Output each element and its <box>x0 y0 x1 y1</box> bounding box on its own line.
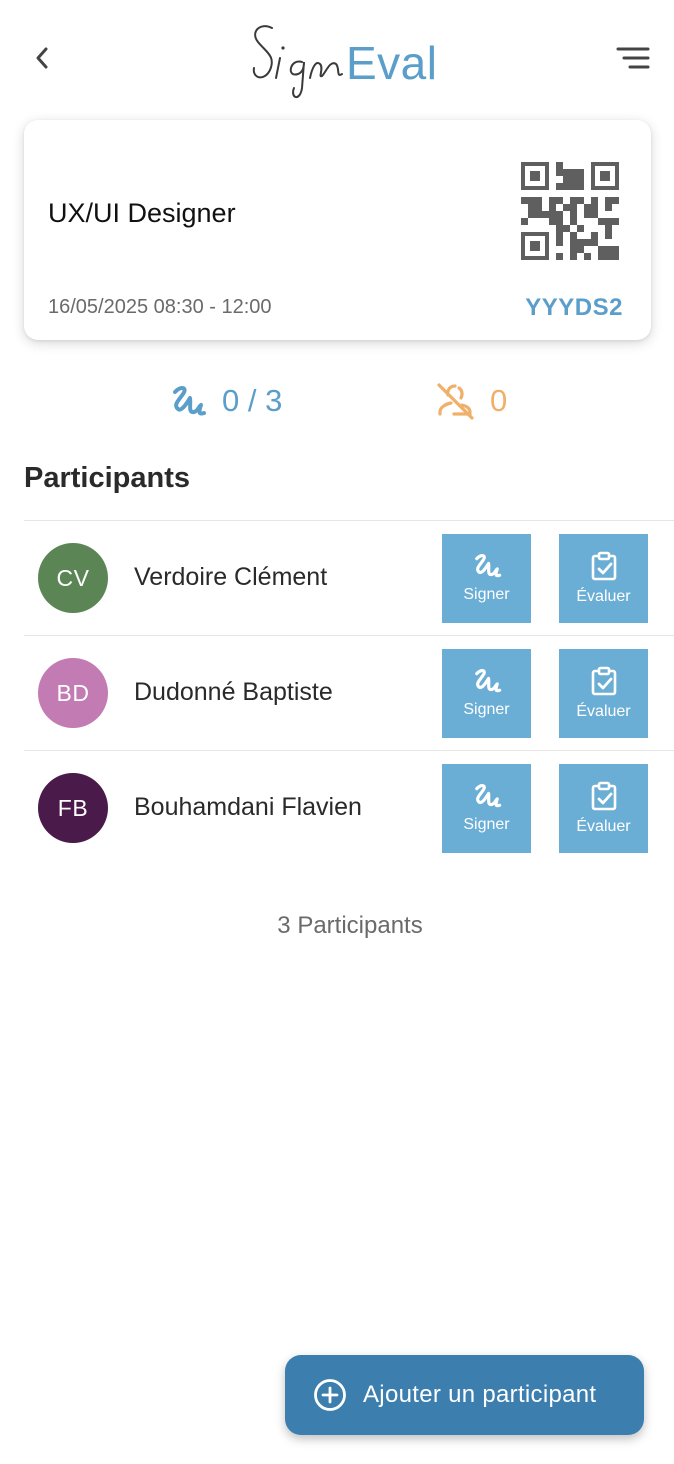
avatar: CV <box>38 543 108 613</box>
participant-name: Verdoire Clément <box>134 563 328 591</box>
signature-icon <box>173 386 206 416</box>
absence-stat: 0 <box>434 378 507 424</box>
sign-label: Signer <box>463 816 510 833</box>
session-code: YYYDS2 <box>525 294 623 321</box>
signature-icon <box>474 554 501 578</box>
participants-heading: Participants <box>24 462 190 494</box>
signature-count: 0 / 3 <box>222 383 283 418</box>
signeval-logo: Eval <box>246 18 438 102</box>
sign-label: Signer <box>463 586 510 603</box>
evaluate-button[interactable]: Évaluer <box>559 534 648 623</box>
qr-code-icon <box>521 162 619 260</box>
sign-button[interactable]: Signer <box>442 649 531 738</box>
absence-count: 0 <box>490 383 508 418</box>
evaluate-label: Évaluer <box>576 818 631 835</box>
logo-sign-script <box>252 25 343 98</box>
session-datetime: 16/05/2025 08:30 - 12:00 <box>48 296 272 318</box>
sign-label: Signer <box>463 701 510 718</box>
clipboard-check-icon <box>591 551 616 581</box>
evaluate-button[interactable]: Évaluer <box>559 649 648 738</box>
signature-icon <box>474 784 501 808</box>
chevron-left-icon <box>36 47 48 69</box>
add-circle-icon <box>314 1379 346 1411</box>
qr-code-button[interactable] <box>521 162 619 260</box>
sign-button[interactable]: Signer <box>442 534 531 623</box>
signature-icon <box>474 669 501 693</box>
clipboard-check-icon <box>591 781 616 811</box>
evaluate-label: Évaluer <box>576 703 631 720</box>
participant-row: BD Dudonné Baptiste Signer Évaluer <box>24 635 674 750</box>
avatar: FB <box>38 773 108 843</box>
menu-icon <box>616 47 650 69</box>
evaluate-label: Évaluer <box>576 588 631 605</box>
add-participant-button[interactable]: Ajouter un participant <box>285 1355 644 1435</box>
sign-button[interactable]: Signer <box>442 764 531 853</box>
clipboard-check-icon <box>591 666 616 696</box>
session-title: UX/UI Designer <box>48 198 236 228</box>
logo-eval-text: Eval <box>346 37 438 89</box>
participant-name: Bouhamdani Flavien <box>134 793 362 821</box>
participants-count: 3 Participants <box>277 912 423 939</box>
participants-list: CV Verdoire Clément Signer Évaluer BD Du… <box>24 520 674 865</box>
evaluate-button[interactable]: Évaluer <box>559 764 648 853</box>
signature-stat: 0 / 3 <box>168 378 282 424</box>
participant-row: FB Bouhamdani Flavien Signer Évaluer <box>24 750 674 865</box>
back-button[interactable] <box>26 42 58 74</box>
participant-name: Dudonné Baptiste <box>134 678 333 706</box>
menu-button[interactable] <box>614 44 654 74</box>
app-header: Eval <box>0 0 674 110</box>
absent-user-icon <box>437 383 474 420</box>
add-participant-label: Ajouter un participant <box>363 1381 597 1408</box>
avatar: BD <box>38 658 108 728</box>
participant-row: CV Verdoire Clément Signer Évaluer <box>24 520 674 635</box>
session-card[interactable]: UX/UI Designer 16/05/2025 08:30 - 12:00 … <box>24 120 651 340</box>
